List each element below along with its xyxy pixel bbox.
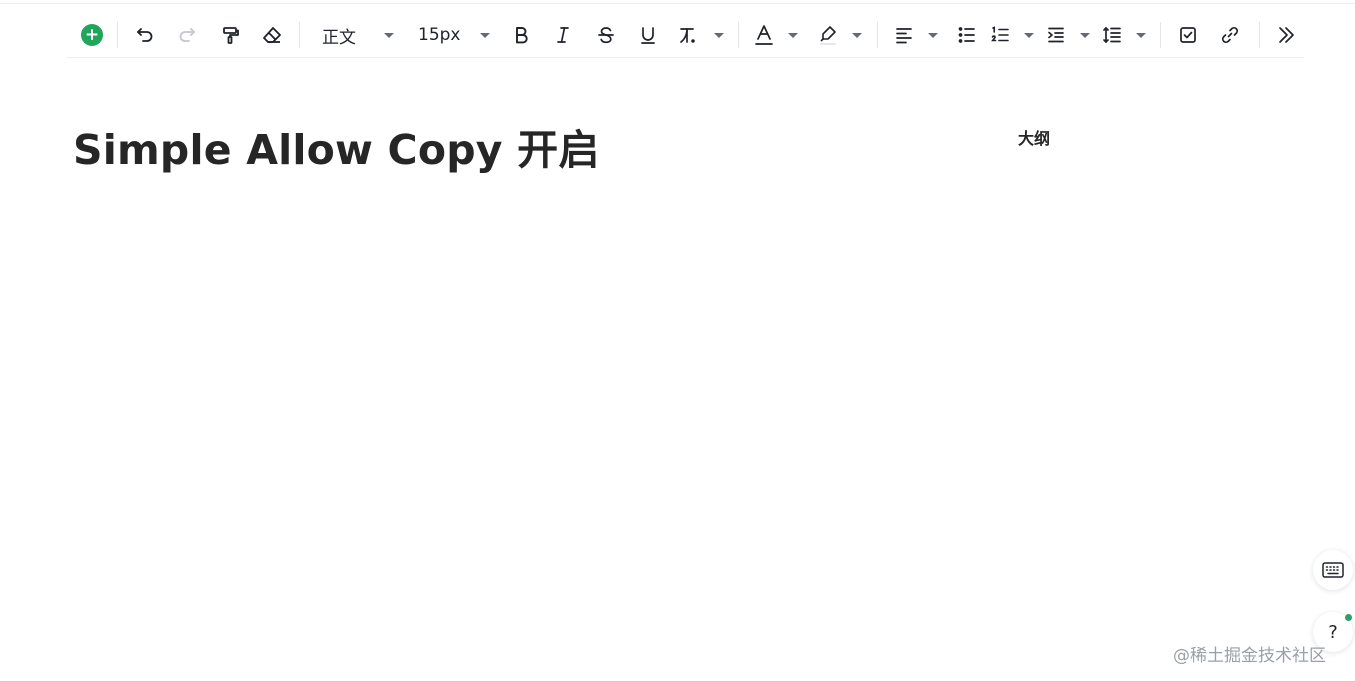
top-divider: [0, 3, 1355, 4]
toolbar-divider: [299, 22, 300, 48]
chevron-down-icon: [1024, 32, 1034, 38]
highlight-color-button[interactable]: [818, 21, 862, 49]
link-icon: [1221, 26, 1239, 44]
toolbar-divider: [117, 22, 118, 48]
chevron-down-icon: [1080, 32, 1090, 38]
font-size-value: 15px: [418, 25, 461, 45]
chevron-down-icon: [384, 32, 394, 38]
more-tools-button[interactable]: [1273, 21, 1299, 49]
superscript-icon: [680, 28, 695, 43]
checkbox-icon: [1180, 27, 1196, 43]
underline-button[interactable]: [635, 21, 661, 49]
block-style-value: 正文: [322, 27, 356, 48]
redo-icon: [179, 28, 195, 42]
italic-icon: [557, 27, 569, 43]
chevron-down-icon: [928, 32, 938, 38]
format-painter-icon: [223, 27, 239, 44]
block-style-select[interactable]: 正文: [322, 21, 394, 49]
align-button[interactable]: [894, 21, 938, 49]
link-button[interactable]: [1217, 21, 1243, 49]
align-left-icon: [896, 28, 912, 44]
toolbar-divider: [877, 22, 878, 48]
underline-icon: [641, 27, 655, 44]
document-title[interactable]: Simple Allow Copy 开启: [73, 116, 600, 176]
italic-button[interactable]: [550, 21, 576, 49]
line-height-button[interactable]: [1102, 21, 1146, 49]
undo-icon: [137, 28, 153, 42]
ordered-list-button[interactable]: [990, 21, 1034, 49]
toolbar-divider: [1160, 22, 1161, 48]
keyboard-icon: [1322, 562, 1344, 578]
indent-button[interactable]: [1046, 21, 1090, 49]
text-style-more-button[interactable]: [678, 21, 724, 49]
chevron-down-icon: [1136, 32, 1146, 38]
strikethrough-button[interactable]: [593, 21, 619, 49]
font-color-icon: [755, 25, 773, 45]
undo-button[interactable]: [132, 21, 158, 49]
bullet-list-button[interactable]: [954, 21, 980, 49]
toolbar-divider: [738, 22, 739, 48]
font-size-select[interactable]: 15px: [418, 21, 490, 49]
eraser-icon: [263, 27, 281, 43]
insert-button[interactable]: +: [80, 21, 104, 49]
bold-button[interactable]: [508, 21, 534, 49]
notification-dot: [1345, 614, 1352, 621]
redo-button[interactable]: [174, 21, 200, 49]
question-mark-icon: ?: [1328, 621, 1338, 643]
ordered-list-icon: [991, 26, 1009, 42]
bullet-list-icon: [958, 27, 975, 43]
toolbar-divider: [1259, 22, 1260, 48]
clear-format-button[interactable]: [259, 21, 285, 49]
keyboard-shortcuts-button[interactable]: [1313, 550, 1353, 590]
editor-toolbar: + 正文 15px: [66, 12, 1304, 58]
format-painter-button[interactable]: [217, 21, 243, 49]
line-height-icon: [1103, 27, 1121, 43]
task-list-button[interactable]: [1175, 21, 1201, 49]
bold-icon: [516, 27, 528, 44]
indent-icon: [1048, 27, 1064, 43]
chevron-down-icon: [788, 32, 798, 38]
watermark: @稀土掘金技术社区: [1173, 646, 1326, 666]
strikethrough-icon: [598, 27, 614, 44]
chevron-down-icon: [852, 32, 862, 38]
chevron-down-icon: [714, 32, 724, 38]
font-color-button[interactable]: [754, 21, 798, 49]
chevron-down-icon: [480, 32, 490, 38]
outline-heading: 大纲: [1018, 129, 1051, 148]
plus-icon: +: [81, 24, 103, 46]
double-chevron-right-icon: [1279, 27, 1294, 43]
highlighter-icon: [820, 26, 836, 45]
